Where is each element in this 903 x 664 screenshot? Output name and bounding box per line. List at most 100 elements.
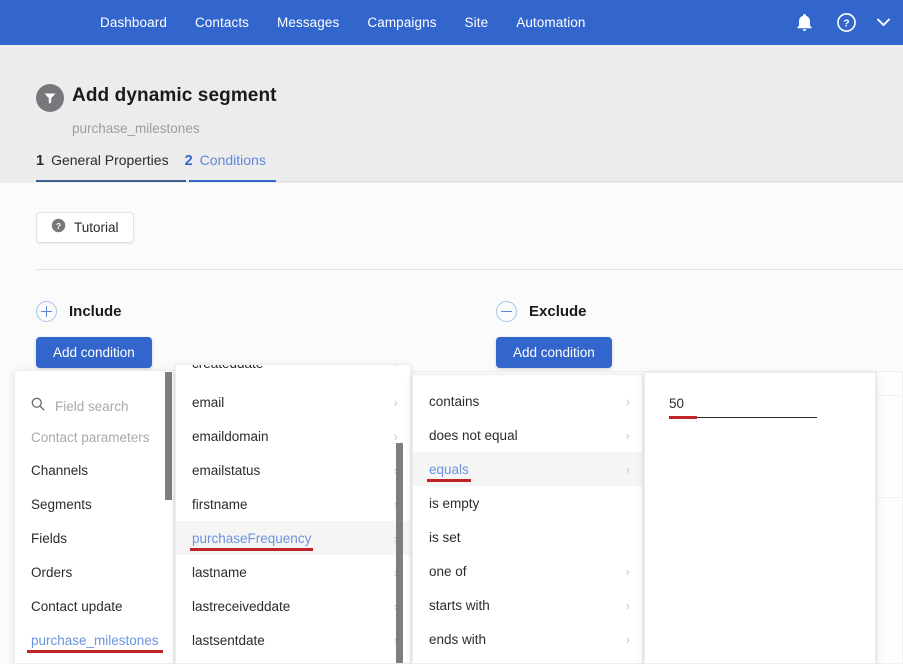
exclude-add-condition-button[interactable]: Add condition <box>496 337 612 368</box>
search-icon <box>31 397 45 416</box>
bell-icon[interactable] <box>787 0 821 45</box>
field-item-lastname[interactable]: lastname › <box>176 555 410 589</box>
help-circle-icon: ? <box>51 218 66 238</box>
operator-list-scroll: contains › does not equal › equals › is … <box>413 375 642 663</box>
field-item-lastreceiveddate[interactable]: lastreceiveddate › <box>176 589 410 623</box>
field-item-label: purchaseFrequency <box>189 530 314 551</box>
operator-item-label: one of <box>429 563 467 579</box>
top-navigation-bar: Dashboard Contacts Messages Campaigns Si… <box>0 0 903 45</box>
svg-text:?: ? <box>843 19 849 30</box>
help-circle-icon[interactable]: ? <box>829 0 863 45</box>
category-item-purchase-milestones[interactable]: purchase_milestones <box>15 623 173 657</box>
nav-link-campaigns[interactable]: Campaigns <box>353 0 450 45</box>
nav-link-site[interactable]: Site <box>451 0 503 45</box>
category-item-label: purchase_milestones <box>27 632 163 653</box>
operator-item-is-empty[interactable]: is empty <box>413 486 642 520</box>
operator-item-ends-with[interactable]: ends with › <box>413 622 642 656</box>
operator-item-label: equals <box>427 461 471 482</box>
condition-value-input[interactable] <box>669 396 817 415</box>
nav-link-automation[interactable]: Automation <box>502 0 599 45</box>
operator-item-label: starts with <box>429 597 490 613</box>
operator-item-label: is empty <box>429 495 480 511</box>
field-item-label: lastreceiveddate <box>192 598 291 614</box>
category-item-orders[interactable]: Orders <box>15 555 173 589</box>
chevron-right-icon: › <box>625 597 630 613</box>
operator-item-contains[interactable]: contains › <box>413 384 642 418</box>
chevron-right-icon: › <box>625 393 630 409</box>
category-item-fields[interactable]: Fields <box>15 521 173 555</box>
tab-label: General Properties <box>51 152 169 168</box>
field-item-lastsentdate[interactable]: lastsentdate › <box>176 623 410 657</box>
operator-item-starts-with[interactable]: starts with › <box>413 588 642 622</box>
section-divider <box>36 269 903 270</box>
field-item-label: createddate <box>192 365 263 371</box>
tab-number: 1 <box>36 153 45 169</box>
operator-item-equals[interactable]: equals › <box>413 452 642 486</box>
value-input-underline-highlight <box>669 416 697 419</box>
category-item-contacts-from-stage[interactable]: contacts_from_stage <box>15 657 173 663</box>
minus-circle-icon <box>496 301 517 322</box>
operator-item-label: is set <box>429 529 461 545</box>
field-list-scroll-thumb[interactable] <box>396 443 403 663</box>
background-column-divider <box>876 371 877 664</box>
chevron-right-icon: › <box>625 461 630 477</box>
include-add-condition-button[interactable]: Add condition <box>36 337 152 368</box>
include-section-header: Include <box>36 301 122 322</box>
category-item-label: Fields <box>31 530 68 546</box>
nav-link-contacts[interactable]: Contacts <box>181 0 263 45</box>
page-title: Add dynamic segment <box>72 85 277 106</box>
operator-item-is-set[interactable]: is set <box>413 520 642 554</box>
include-title: Include <box>69 303 122 320</box>
tab-general-properties[interactable]: 1 General Properties <box>36 152 169 183</box>
field-list-panel: createddate › email › emaildomain › emai… <box>175 364 411 664</box>
field-item-label: email <box>192 394 225 410</box>
operator-item-one-of[interactable]: one of › <box>413 554 642 588</box>
chevron-right-icon: › <box>625 427 630 443</box>
svg-text:?: ? <box>56 220 61 230</box>
page-subtitle: purchase_milestones <box>72 121 200 136</box>
field-item-createddate[interactable]: createddate › <box>176 365 410 385</box>
field-item-emaildomain[interactable]: emaildomain › <box>176 419 410 453</box>
operator-item-does-not-equal[interactable]: does not equal › <box>413 418 642 452</box>
contact-parameters-group-label: Contact parameters <box>31 430 150 445</box>
chevron-down-icon[interactable] <box>863 0 903 45</box>
exclude-title: Exclude <box>529 303 587 320</box>
field-category-scroll: Field search Contact parameters Channels… <box>15 389 173 663</box>
field-item-label: lastname <box>192 564 247 580</box>
category-item-label: Contact update <box>31 598 123 614</box>
category-panel-scroll-thumb[interactable] <box>165 372 172 500</box>
field-item-label: emaildomain <box>192 428 269 444</box>
operator-item-label: contains <box>429 393 480 409</box>
field-item-emailstatus[interactable]: emailstatus › <box>176 453 410 487</box>
tab-number: 2 <box>184 153 193 169</box>
field-list-scrollbar[interactable] <box>396 365 403 663</box>
category-item-contact-update[interactable]: Contact update <box>15 589 173 623</box>
nav-link-messages[interactable]: Messages <box>263 0 353 45</box>
operator-list-panel: contains › does not equal › equals › is … <box>412 374 643 664</box>
field-item-purchasefrequency[interactable]: purchaseFrequency › <box>176 521 410 555</box>
tutorial-button[interactable]: ? Tutorial <box>36 212 134 243</box>
field-item-label: lastsentdate <box>192 632 265 648</box>
category-item-channels[interactable]: Channels <box>15 453 173 487</box>
tab-underline-general-properties <box>36 180 186 182</box>
tutorial-label: Tutorial <box>74 220 119 235</box>
plus-circle-icon <box>36 301 57 322</box>
field-item-firstname[interactable]: firstname › <box>176 487 410 521</box>
category-item-label: Orders <box>31 564 73 580</box>
nav-link-dashboard[interactable]: Dashboard <box>86 0 181 45</box>
category-item-segments[interactable]: Segments <box>15 487 173 521</box>
field-category-panel: Field search Contact parameters Channels… <box>14 370 174 664</box>
value-input-wrapper <box>669 395 817 415</box>
filter-funnel-icon <box>36 84 64 112</box>
field-item-email[interactable]: email › <box>176 385 410 419</box>
field-search-input[interactable]: Field search <box>55 399 129 414</box>
chevron-right-icon: › <box>625 563 630 579</box>
tab-conditions[interactable]: 2 Conditions <box>185 152 266 183</box>
exclude-section-header: Exclude <box>496 301 587 322</box>
category-panel-scrollbar[interactable] <box>165 371 172 663</box>
chevron-right-icon: › <box>625 631 630 647</box>
wizard-tabs: 1 General Properties 2 Conditions <box>36 152 266 183</box>
value-entry-panel <box>644 372 876 664</box>
field-item-label: emailstatus <box>192 462 261 478</box>
field-search-row[interactable]: Field search <box>15 389 173 423</box>
